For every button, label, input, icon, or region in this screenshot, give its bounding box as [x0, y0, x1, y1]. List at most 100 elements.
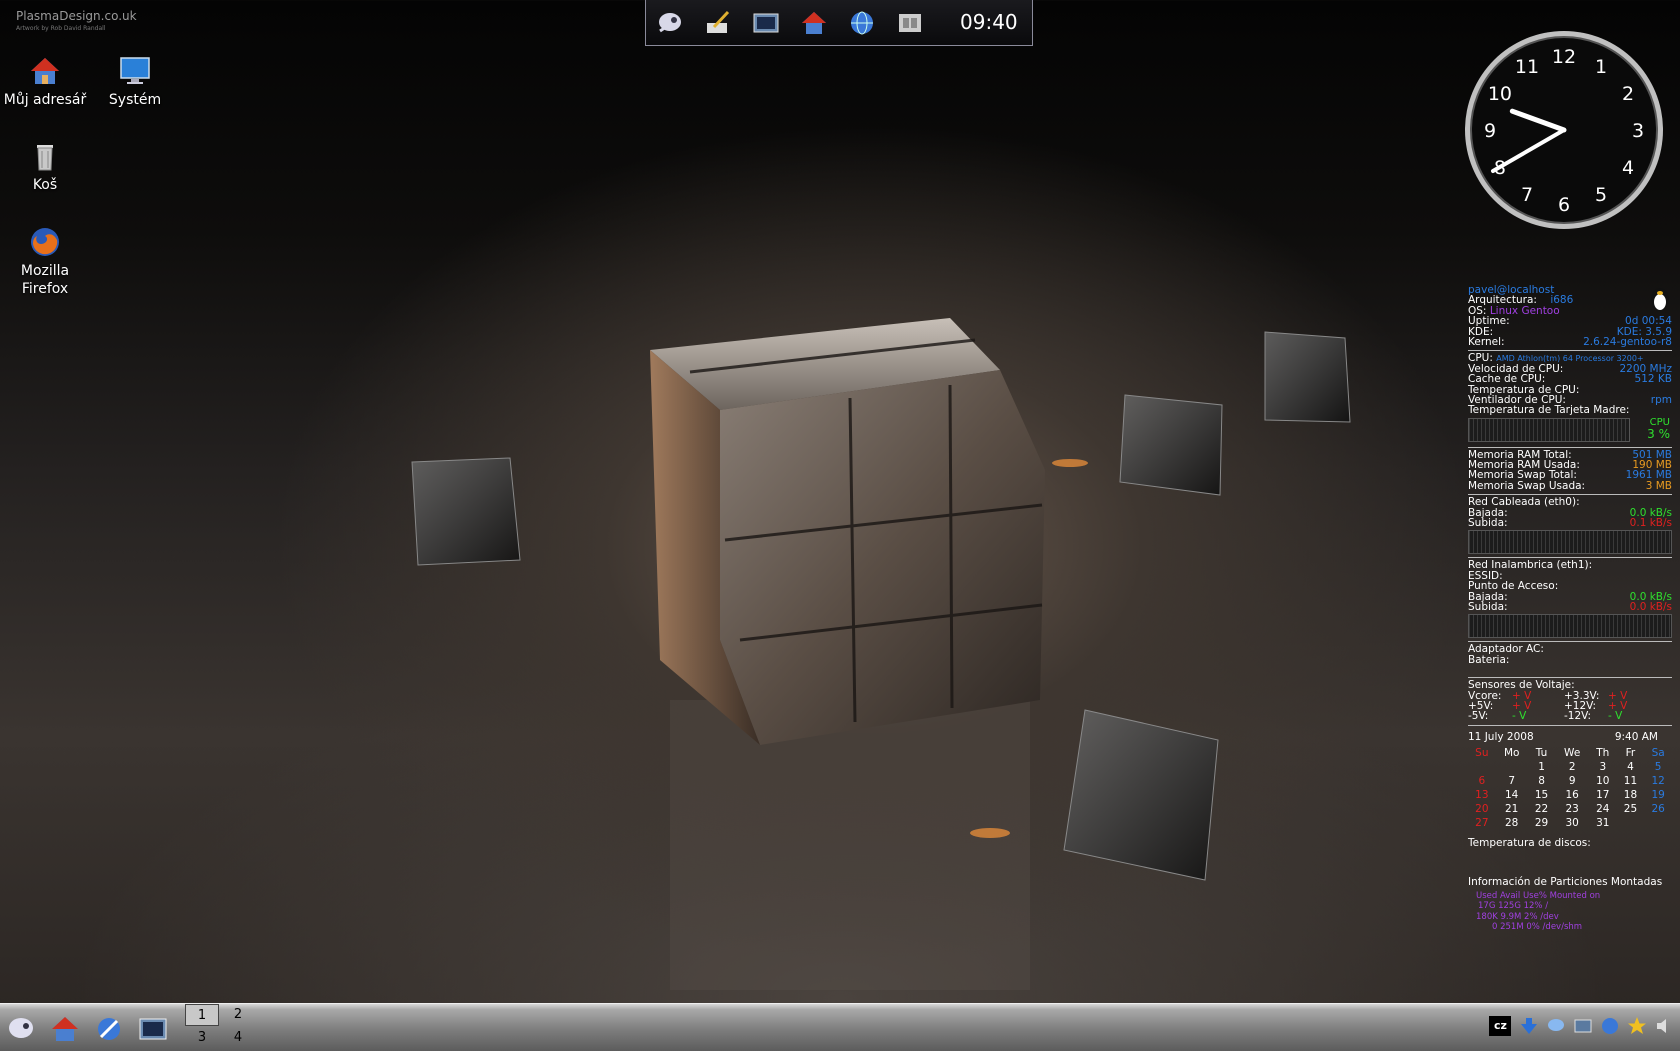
terminal-icon[interactable] [752, 9, 780, 37]
pager-desktop-4[interactable]: 4 [221, 1027, 255, 1049]
calendar: Su Mo Tu We Th Fr Sa 1 2 3 4 5 6 7 8 9 10 11 12 13 14 15 16 17… [1468, 746, 1672, 830]
partitions-label: Información de Particiones Montadas [1468, 875, 1663, 888]
calendar-weekday: Fr [1625, 746, 1636, 759]
calendar-day[interactable] [1496, 760, 1528, 774]
clock-numeral: 1 [1595, 56, 1607, 78]
analog-clock[interactable]: 121234567891011 [1462, 28, 1666, 232]
clock-numeral: 3 [1632, 120, 1644, 142]
glass-cube-left [411, 457, 521, 566]
browser-globe-icon[interactable] [848, 9, 876, 37]
cpu-cache-value: 512 KB [1634, 373, 1672, 386]
calendar-day[interactable]: 12 [1644, 774, 1672, 788]
calendar-day[interactable]: 29 [1528, 816, 1556, 830]
glass-cube-bottom [1063, 709, 1219, 881]
calendar-day[interactable]: 3 [1589, 760, 1617, 774]
volume-icon[interactable] [1654, 1016, 1674, 1036]
calendar-day[interactable] [1468, 760, 1496, 774]
swap-used-value: 3 MB [1645, 479, 1672, 492]
desktop-icon-system-label: Systém [108, 92, 162, 108]
calendar-day[interactable]: 8 [1528, 774, 1556, 788]
kernel-label: Kernel: [1468, 335, 1505, 348]
calendar-day[interactable]: 19 [1644, 788, 1672, 802]
kmenu-button-icon[interactable] [6, 1014, 36, 1044]
chat-icon[interactable] [1546, 1016, 1566, 1036]
calendar-weekday: Su [1475, 746, 1489, 759]
calendar-day[interactable]: 28 [1496, 816, 1528, 830]
pager-desktop-1[interactable]: 1 [185, 1004, 219, 1026]
calendar-day[interactable]: 26 [1644, 802, 1672, 816]
desktop-icon-firefox[interactable]: Mozilla Firefox [2, 226, 88, 298]
calendar-day[interactable] [1617, 816, 1645, 830]
vm5-label: -5V: [1468, 710, 1489, 723]
calendar-day[interactable] [1644, 816, 1672, 830]
calendar-day[interactable]: 2 [1555, 760, 1589, 774]
glass-cube-right [1264, 331, 1351, 423]
calendar-day[interactable]: 4 [1617, 760, 1645, 774]
calendar-day[interactable]: 13 [1468, 788, 1496, 802]
wifi-up-value: 0.0 kB/s [1629, 600, 1672, 613]
calendar-day[interactable]: 18 [1617, 788, 1645, 802]
firefox-icon [29, 226, 61, 258]
calendar-day[interactable]: 21 [1496, 802, 1528, 816]
calendar-day[interactable]: 22 [1528, 802, 1556, 816]
konqueror-icon[interactable] [94, 1014, 124, 1044]
clock-numeral: 5 [1595, 184, 1607, 206]
monitor-icon [119, 55, 151, 87]
partition-row: 180K 9.9M 2% /dev [1476, 911, 1559, 922]
cpu-graph [1468, 417, 1630, 442]
home-folder-icon[interactable] [800, 9, 828, 37]
mb-temp-label: Temperatura de Tarjeta Madre: [1468, 404, 1630, 417]
pager-desktop-2[interactable]: 2 [221, 1004, 255, 1026]
calendar-day[interactable]: 10 [1589, 774, 1617, 788]
calendar-day[interactable]: 25 [1617, 802, 1645, 816]
desktop-icon-system[interactable]: Systém [92, 55, 178, 109]
calendar-time: 9:40 AM [1614, 730, 1658, 743]
calendar-day[interactable]: 20 [1468, 802, 1496, 816]
star-icon[interactable] [1627, 1016, 1647, 1036]
calendar-day[interactable]: 14 [1496, 788, 1528, 802]
calendar-day[interactable]: 31 [1589, 816, 1617, 830]
clock-numeral: 2 [1622, 83, 1634, 105]
calendar-day[interactable]: 9 [1555, 774, 1589, 788]
calendar-weekday: Sa [1651, 746, 1665, 759]
editor-icon[interactable] [704, 9, 732, 37]
desktop-icon-trash[interactable]: Koš [2, 140, 88, 194]
calendar-weekday: Th [1596, 746, 1610, 759]
terminal-icon[interactable] [138, 1014, 168, 1044]
download-icon[interactable] [1519, 1016, 1539, 1036]
desktop-icon-home[interactable]: Můj adresář [2, 55, 88, 109]
calendar-day[interactable]: 11 [1617, 774, 1645, 788]
wifi-net-graph [1468, 614, 1672, 639]
calendar-day[interactable]: 23 [1555, 802, 1589, 816]
cpu-usage-value: 3 % [1647, 426, 1670, 441]
wallpaper-art [411, 318, 1351, 990]
calendar-day[interactable]: 24 [1589, 802, 1617, 816]
calendar-day[interactable]: 6 [1468, 774, 1496, 788]
panel-clock[interactable]: 09:40 [960, 10, 1018, 34]
calendar-day[interactable]: 5 [1644, 760, 1672, 774]
calendar-day[interactable]: 15 [1528, 788, 1556, 802]
clock-numeral: 4 [1622, 157, 1634, 179]
calendar-day[interactable]: 16 [1555, 788, 1589, 802]
wifi-up-label: Subida: [1468, 600, 1508, 613]
battery-label: Bateria: [1468, 653, 1510, 666]
kmenu-icon[interactable] [656, 9, 684, 37]
globe-icon[interactable] [1600, 1016, 1620, 1036]
network-monitor-icon[interactable] [1573, 1016, 1593, 1036]
calendar-day[interactable]: 17 [1589, 788, 1617, 802]
clock-numeral: 9 [1484, 120, 1496, 142]
home-folder-icon[interactable] [50, 1014, 80, 1044]
calendar-day[interactable]: 7 [1496, 774, 1528, 788]
calendar-day[interactable]: 30 [1555, 816, 1589, 830]
cpu-fan-value: rpm [1650, 393, 1672, 406]
calendar-weekday: Tu [1535, 746, 1548, 759]
kontrol-icon[interactable] [896, 9, 924, 37]
trash-icon [29, 140, 61, 172]
calendar-day[interactable]: 27 [1468, 816, 1496, 830]
keyboard-layout-indicator[interactable]: cz [1489, 1015, 1512, 1036]
disk-temp-label: Temperatura de discos: [1468, 837, 1591, 850]
rubik-cube-front [720, 370, 1045, 745]
pager-desktop-3[interactable]: 3 [185, 1027, 219, 1049]
partition-row: 17G 125G 12% / [1478, 901, 1549, 912]
calendar-day[interactable]: 1 [1528, 760, 1556, 774]
